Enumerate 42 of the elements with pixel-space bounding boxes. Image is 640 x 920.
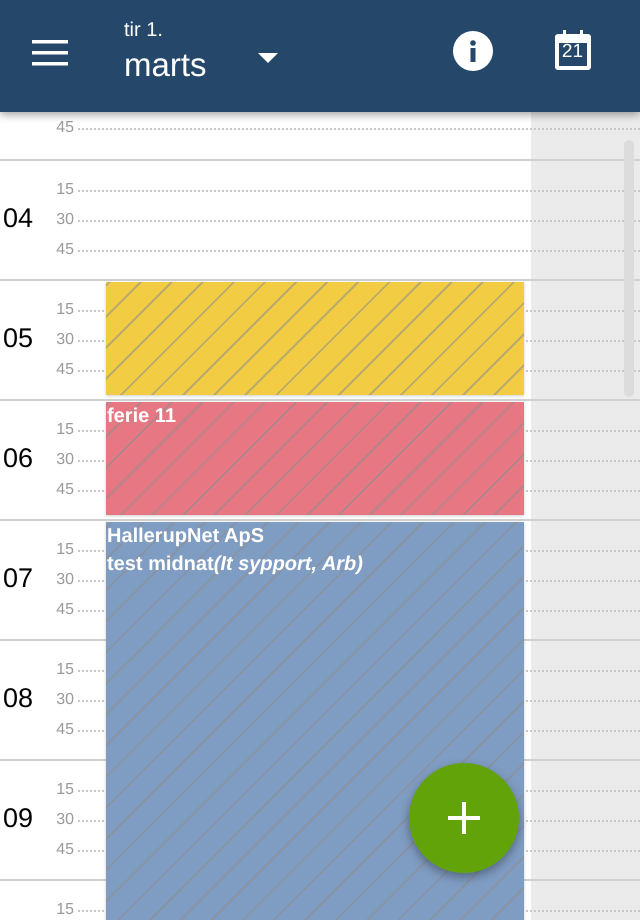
minute-label: 45	[55, 602, 74, 618]
event-text: test midnat(It sypport, Arb)	[106, 552, 364, 577]
menu-icon	[32, 40, 68, 66]
minute-label: 45	[55, 722, 74, 738]
calendar-icon	[554, 30, 592, 70]
minute-label: 15	[55, 422, 74, 438]
minute-label: 15	[55, 782, 74, 798]
minute-label: 30	[55, 812, 74, 828]
minute-label: 45	[55, 120, 74, 136]
minute-label: 15	[55, 182, 74, 198]
weekday-date: tir 1.	[124, 20, 164, 40]
minute-label: 30	[55, 572, 74, 588]
menu-button[interactable]	[32, 40, 68, 66]
minute-label: 45	[55, 842, 74, 858]
info-icon	[452, 31, 492, 71]
minute-label: 15	[55, 902, 74, 918]
event-text: HallerupNet ApS	[106, 524, 266, 549]
hour-label: 07	[3, 565, 34, 592]
calendar-event[interactable]: ferie 11	[106, 402, 524, 515]
minute-label: 30	[55, 212, 74, 228]
month-title: marts	[124, 48, 206, 81]
hour-label: 05	[3, 325, 34, 352]
minute-label: 15	[55, 542, 74, 558]
event-text: ferie 11	[106, 404, 177, 429]
minute-label: 15	[55, 302, 74, 318]
minute-label: 45	[55, 242, 74, 258]
caret-icon	[256, 52, 278, 64]
hour-label: 09	[3, 805, 34, 832]
info-button[interactable]	[452, 31, 492, 71]
minute-label: 30	[55, 692, 74, 708]
minute-label: 15	[55, 662, 74, 678]
minute-label: 30	[55, 452, 74, 468]
plus-icon	[448, 802, 480, 834]
minute-label: 45	[55, 362, 74, 378]
calendar-button[interactable]: 21	[554, 30, 592, 70]
scrollbar[interactable]	[624, 140, 634, 397]
minute-label: 45	[55, 482, 74, 498]
minute-label: 30	[55, 332, 74, 348]
hour-label: 08	[3, 685, 34, 712]
hour-label: 06	[3, 445, 34, 472]
hour-label: 04	[3, 205, 34, 232]
calendar-event[interactable]: HallerupNet ApS test midnat(It sypport, Arb)	[106, 522, 524, 920]
